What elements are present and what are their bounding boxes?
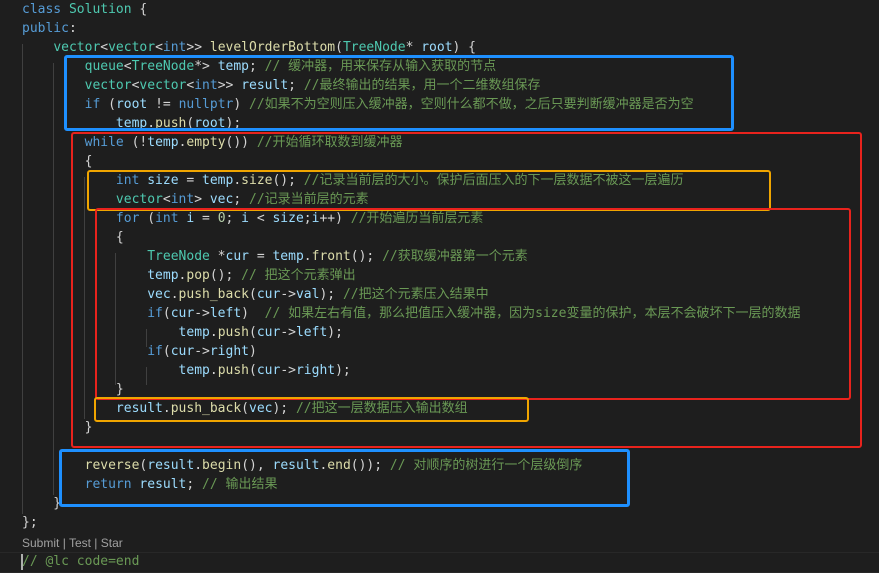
code-token: TreeNode: [342, 40, 406, 55]
code-token: public: [22, 21, 69, 36]
code-token: <: [100, 40, 109, 55]
code-token: root: [421, 40, 453, 55]
code-token: levelOrderBottom: [209, 40, 336, 55]
code-editor[interactable]: class Solution {public: vector<vector<in…: [0, 0, 879, 573]
codelens-separator: |: [59, 536, 69, 550]
text-caret: [21, 554, 23, 570]
code-token: {: [131, 2, 148, 17]
code-token: int: [162, 40, 187, 55]
code-token: vector: [108, 40, 156, 55]
code-token: (: [335, 40, 343, 55]
code-line[interactable]: };: [22, 513, 38, 532]
code-line[interactable]: class Solution {: [22, 0, 147, 19]
highlight-box-reverse-return: [59, 449, 630, 507]
test-link[interactable]: Test: [69, 536, 91, 550]
code-token: <: [155, 40, 163, 55]
codelens-separator: |: [90, 536, 101, 550]
code-token: vector: [53, 40, 101, 55]
code-line[interactable]: }: [22, 494, 61, 513]
code-token: class: [22, 2, 69, 17]
code-token: ) {: [452, 40, 477, 55]
code-token: }: [22, 496, 62, 511]
highlight-box-for-loop: [95, 208, 851, 400]
highlight-box-level-setup: [87, 170, 771, 211]
code-line[interactable]: public:: [22, 19, 77, 38]
code-token: Solution: [68, 2, 132, 17]
code-token: *: [405, 40, 422, 55]
highlight-box-push-result: [94, 397, 529, 422]
code-token: :: [68, 21, 77, 36]
highlight-box-init: [64, 55, 734, 131]
star-link[interactable]: Star: [101, 536, 123, 550]
submit-link[interactable]: Submit: [22, 536, 59, 550]
code-token: };: [22, 515, 38, 530]
code-token: >>: [186, 40, 210, 55]
code-line-end-marker[interactable]: // @lc code=end: [22, 552, 139, 571]
codelens-bar: Submit | Test | Star: [22, 535, 123, 551]
